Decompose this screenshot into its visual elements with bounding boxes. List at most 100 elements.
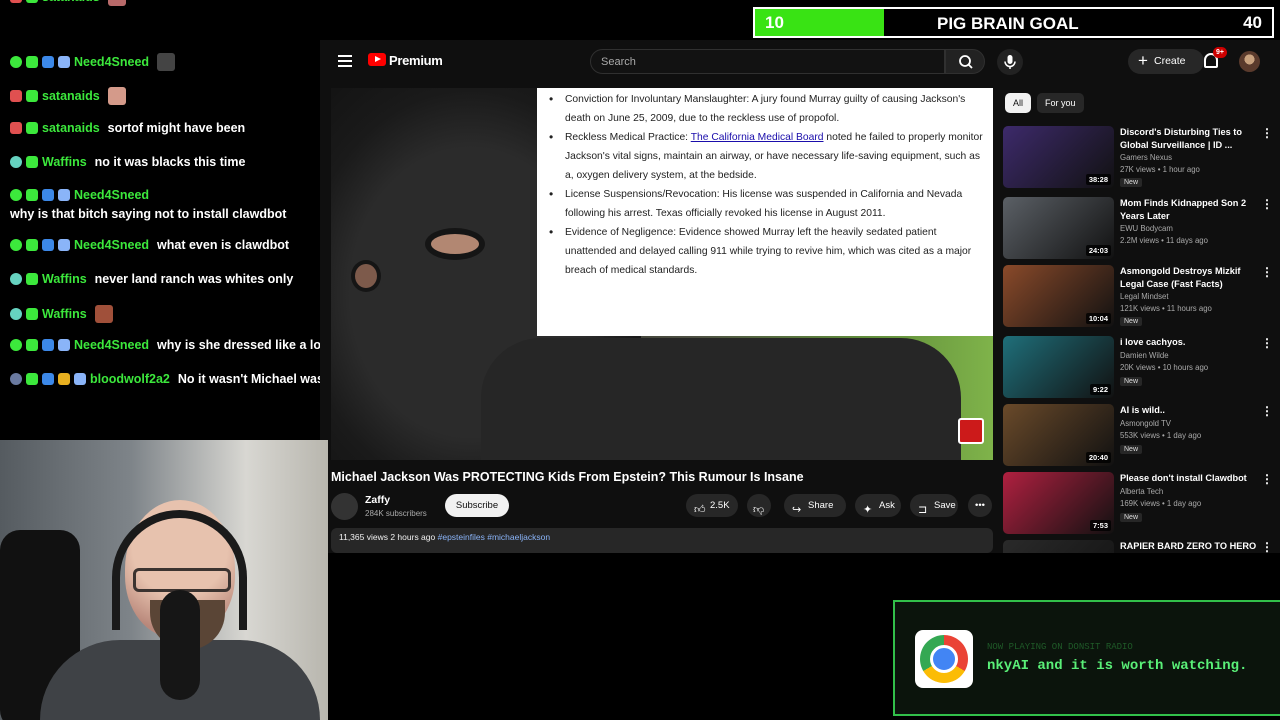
recommended-meta: 27K views • 1 hour ago bbox=[1120, 165, 1200, 174]
more-options-icon[interactable]: ⋮ bbox=[1261, 265, 1273, 279]
search-button[interactable] bbox=[945, 49, 985, 74]
now-playing-text: nkyAI and it is worth watching. bbox=[987, 658, 1248, 674]
chip-all[interactable]: All bbox=[1005, 93, 1032, 113]
recommended-meta: 20K views • 10 hours ago bbox=[1120, 363, 1209, 372]
badge-icon bbox=[10, 373, 22, 385]
goal-current: 10 bbox=[765, 13, 784, 32]
more-options-icon[interactable]: ⋮ bbox=[1261, 540, 1273, 553]
recommended-title[interactable]: Asmongold Destroys Mizkif Legal Case (Fa… bbox=[1120, 265, 1260, 290]
save-button[interactable]: ⊐ Save bbox=[910, 494, 958, 517]
webcam-feed bbox=[0, 440, 328, 720]
more-options-icon[interactable]: ⋮ bbox=[1261, 197, 1273, 211]
chat-username: satanaids bbox=[42, 121, 100, 135]
dislike-button[interactable]: 👎︎ bbox=[747, 494, 771, 517]
video-thumbnail[interactable]: 20:40 bbox=[1003, 404, 1114, 466]
save-label: Save bbox=[934, 500, 956, 511]
badge-icon bbox=[26, 56, 38, 68]
emote-icon bbox=[94, 305, 113, 323]
badge-icon bbox=[42, 373, 54, 385]
youtube-premium-label[interactable]: Premium bbox=[389, 53, 443, 68]
chat-message: satanaids bbox=[10, 0, 126, 6]
recommended-video[interactable]: 20:40 AI is wild.. Asmongold TV 553K views … bbox=[1003, 404, 1275, 468]
channel-name[interactable]: Zaffy bbox=[365, 494, 390, 506]
create-button[interactable]: Create bbox=[1128, 49, 1204, 74]
like-button[interactable]: 👍︎ 2.5K bbox=[686, 494, 738, 517]
badge-icon bbox=[10, 239, 22, 251]
subscribe-watermark-icon[interactable] bbox=[958, 418, 984, 444]
badge-icon bbox=[26, 189, 38, 201]
video-player[interactable]: Conviction for Involuntary Manslaughter:… bbox=[331, 88, 993, 460]
now-playing-label: NOW PLAYING ON DONSIT RADIO bbox=[987, 642, 1133, 652]
recommended-channel[interactable]: EWU Bodycam bbox=[1120, 224, 1173, 233]
recommended-video[interactable]: 7:53 Please don't install Clawdbot Alberta… bbox=[1003, 472, 1275, 536]
recommended-video[interactable]: 24:03 Mom Finds Kidnapped Son 2 Years Lat… bbox=[1003, 197, 1275, 261]
more-options-icon[interactable]: ⋮ bbox=[1261, 472, 1273, 486]
video-thumbnail[interactable]: 7:53 bbox=[1003, 472, 1114, 534]
recommended-channel[interactable]: Legal Mindset bbox=[1120, 292, 1169, 301]
recommended-title[interactable]: AI is wild.. bbox=[1120, 404, 1260, 417]
badge-icon bbox=[10, 273, 22, 285]
chat-text: what even is clawdbot bbox=[157, 238, 290, 252]
search-input[interactable]: Search bbox=[590, 49, 945, 74]
recommended-title[interactable]: Mom Finds Kidnapped Son 2 Years Later bbox=[1120, 197, 1260, 222]
microphone-icon bbox=[160, 590, 200, 700]
more-options-icon[interactable]: ⋮ bbox=[1261, 404, 1273, 418]
recommended-video[interactable]: 10:04 Asmongold Destroys Mizkif Legal Cas… bbox=[1003, 265, 1275, 329]
bookmark-icon: ⊐ bbox=[918, 504, 928, 516]
chat-text: sortof might have been bbox=[107, 121, 246, 135]
chat-message: Waffins bbox=[10, 305, 113, 323]
chat-message: Need4Sneed bbox=[10, 188, 157, 202]
badge-icon bbox=[10, 308, 22, 320]
recommended-video[interactable]: RAPIER BARD ZERO TO HERO ⋮ bbox=[1003, 540, 1275, 553]
thumbs-down-icon: 👎︎ bbox=[753, 504, 765, 516]
chat-username: Waffins bbox=[42, 155, 87, 169]
badge-icon bbox=[10, 0, 22, 3]
more-options-icon[interactable]: ⋮ bbox=[1261, 126, 1273, 140]
recommended-title[interactable]: i love cachyos. bbox=[1120, 336, 1260, 349]
document-bullet: Evidence of Negligence: Evidence showed … bbox=[549, 223, 989, 280]
video-thumbnail[interactable]: 9:22 bbox=[1003, 336, 1114, 398]
badge-icon bbox=[26, 156, 38, 168]
hashtags[interactable]: #epsteinfiles #michaeljackson bbox=[438, 532, 550, 542]
recommended-video[interactable]: 9:22 i love cachyos. Damien Wilde 20K views… bbox=[1003, 336, 1275, 400]
recommended-channel[interactable]: Asmongold TV bbox=[1120, 419, 1171, 428]
recommended-channel[interactable]: Alberta Tech bbox=[1120, 487, 1163, 496]
video-duration: 9:22 bbox=[1089, 384, 1111, 395]
recommended-title[interactable]: Discord's Disturbing Ties to Global Surv… bbox=[1120, 126, 1260, 151]
badge-icon bbox=[42, 339, 54, 351]
youtube-topbar: Premium Search Create 9+ bbox=[320, 40, 1280, 84]
document-link: The California Medical Board bbox=[690, 132, 824, 143]
goal-title: PIG BRAIN GOAL bbox=[937, 14, 1079, 33]
video-frame-detail bbox=[481, 338, 961, 460]
share-button[interactable]: ↪ Share bbox=[784, 494, 846, 517]
badge-icon bbox=[42, 239, 54, 251]
channel-avatar[interactable] bbox=[331, 493, 358, 520]
ask-button[interactable]: ✦ Ask bbox=[855, 494, 901, 517]
video-thumbnail[interactable]: 10:04 bbox=[1003, 265, 1114, 327]
chat-message: satanaids sortof might have been bbox=[10, 121, 245, 135]
recommended-channel[interactable]: Gamers Nexus bbox=[1120, 153, 1172, 162]
chat-text: no it was blacks this time bbox=[94, 155, 246, 169]
badge-icon bbox=[10, 156, 22, 168]
video-description[interactable]: 11,365 views 2 hours ago #epsteinfiles #… bbox=[331, 528, 993, 553]
chip-for-you[interactable]: For you bbox=[1037, 93, 1084, 113]
more-options-icon[interactable]: ⋮ bbox=[1261, 336, 1273, 350]
chat-panel: satanaids Need4Sneed satanaids satanaids… bbox=[0, 0, 360, 398]
video-frame-detail bbox=[425, 228, 485, 260]
recommended-channel[interactable]: Damien Wilde bbox=[1120, 351, 1169, 360]
more-actions-button[interactable]: ••• bbox=[968, 494, 992, 517]
video-thumbnail[interactable]: 38:28 bbox=[1003, 126, 1114, 188]
account-avatar[interactable] bbox=[1239, 51, 1260, 72]
recommended-title[interactable]: Please don't install Clawdbot bbox=[1120, 472, 1260, 485]
menu-icon[interactable] bbox=[338, 55, 352, 67]
emote-icon bbox=[157, 53, 176, 71]
like-count: 2.5K bbox=[710, 500, 730, 511]
recommended-title[interactable]: RAPIER BARD ZERO TO HERO bbox=[1120, 540, 1260, 553]
video-thumbnail[interactable]: 24:03 bbox=[1003, 197, 1114, 259]
video-thumbnail[interactable] bbox=[1003, 540, 1114, 553]
recommended-video[interactable]: 38:28 Discord's Disturbing Ties to Global… bbox=[1003, 126, 1275, 190]
voice-search-button[interactable] bbox=[997, 49, 1023, 75]
badge-icon bbox=[58, 56, 70, 68]
youtube-logo-icon[interactable] bbox=[368, 53, 386, 66]
subscribe-button[interactable]: Subscribe bbox=[445, 494, 509, 517]
